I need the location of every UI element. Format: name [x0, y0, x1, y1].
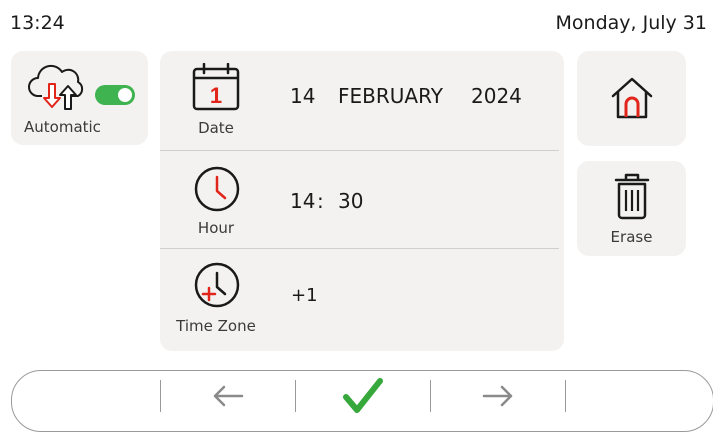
datetime-panel: 1 Date 14 FEBRUARY 2024 Hour 14 : 30 Tim… — [160, 51, 564, 351]
hour-hours[interactable]: 14 — [290, 189, 315, 213]
date-label: Date — [198, 119, 234, 137]
automatic-label: Automatic — [24, 118, 101, 136]
date-year[interactable]: 2024 — [471, 84, 522, 108]
cloud-sync-icon — [28, 64, 84, 110]
automatic-toggle[interactable] — [95, 85, 135, 105]
calendar-day: 1 — [210, 83, 222, 108]
date-row[interactable]: 1 Date 14 FEBRUARY 2024 — [160, 51, 564, 151]
calendar-icon: 1 — [192, 63, 240, 111]
erase-label: Erase — [610, 228, 653, 246]
confirm-button[interactable] — [296, 375, 430, 416]
arrow-left-icon — [213, 385, 244, 406]
back-button[interactable] — [161, 375, 295, 416]
clock-icon — [194, 166, 240, 212]
status-date: Monday, July 31 — [555, 12, 707, 34]
timezone-clock-icon — [194, 262, 240, 308]
date-month[interactable]: FEBRUARY — [338, 84, 443, 108]
timezone-label: Time Zone — [176, 317, 256, 335]
nav-divider — [565, 380, 566, 412]
trash-icon — [614, 173, 650, 220]
arrow-right-icon — [482, 385, 513, 406]
home-icon — [611, 77, 653, 119]
home-button[interactable] — [577, 51, 686, 146]
hour-separator: : — [317, 189, 324, 213]
timezone-offset[interactable]: +1 — [291, 285, 318, 306]
forward-button[interactable] — [431, 375, 565, 416]
checkmark-icon — [343, 377, 383, 413]
date-day[interactable]: 14 — [290, 84, 315, 108]
hour-label: Hour — [197, 219, 235, 237]
hour-minutes[interactable]: 30 — [338, 189, 363, 213]
hour-row[interactable]: Hour 14 : 30 — [160, 149, 564, 249]
timezone-row[interactable]: Time Zone +1 — [160, 249, 564, 349]
erase-button[interactable]: Erase — [577, 161, 686, 256]
automatic-card: Automatic — [11, 51, 148, 145]
status-time: 13:24 — [10, 12, 65, 34]
